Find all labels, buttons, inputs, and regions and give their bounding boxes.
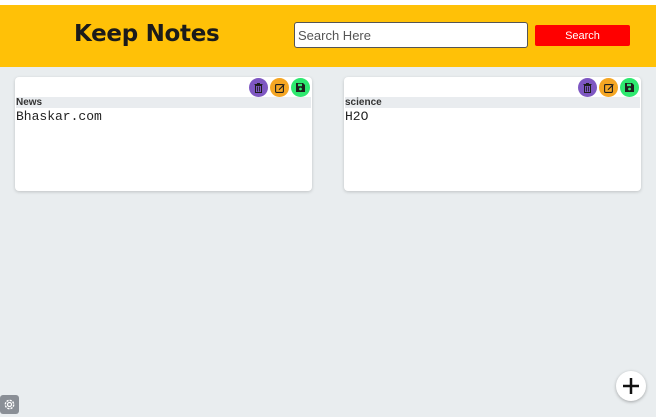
add-note-button[interactable] [616,371,646,401]
save-note-button[interactable] [620,78,639,97]
note-title: science [345,97,640,108]
delete-note-button[interactable] [578,78,597,97]
note-card: science H2O [344,77,641,191]
note-title: News [16,97,311,108]
edit-note-button[interactable] [270,78,289,97]
settings-button[interactable] [0,395,19,414]
floppy-icon [625,83,634,92]
note-body[interactable]: Bhaskar.com [16,109,309,189]
trash-icon [254,82,263,93]
plus-icon [623,378,639,394]
notes-grid: News Bhaskar.com science H2O [0,5,656,417]
note-body[interactable]: H2O [345,109,638,189]
app-root: Keep Notes Search Here Search News Bhask… [0,5,656,417]
gear-icon [4,399,15,410]
edit-icon [603,83,614,93]
trash-icon [583,82,592,93]
note-toolbar [578,78,639,97]
save-note-button[interactable] [291,78,310,97]
edit-note-button[interactable] [599,78,618,97]
note-card: News Bhaskar.com [15,77,312,191]
floppy-icon [296,83,305,92]
edit-icon [274,83,285,93]
note-toolbar [249,78,310,97]
delete-note-button[interactable] [249,78,268,97]
